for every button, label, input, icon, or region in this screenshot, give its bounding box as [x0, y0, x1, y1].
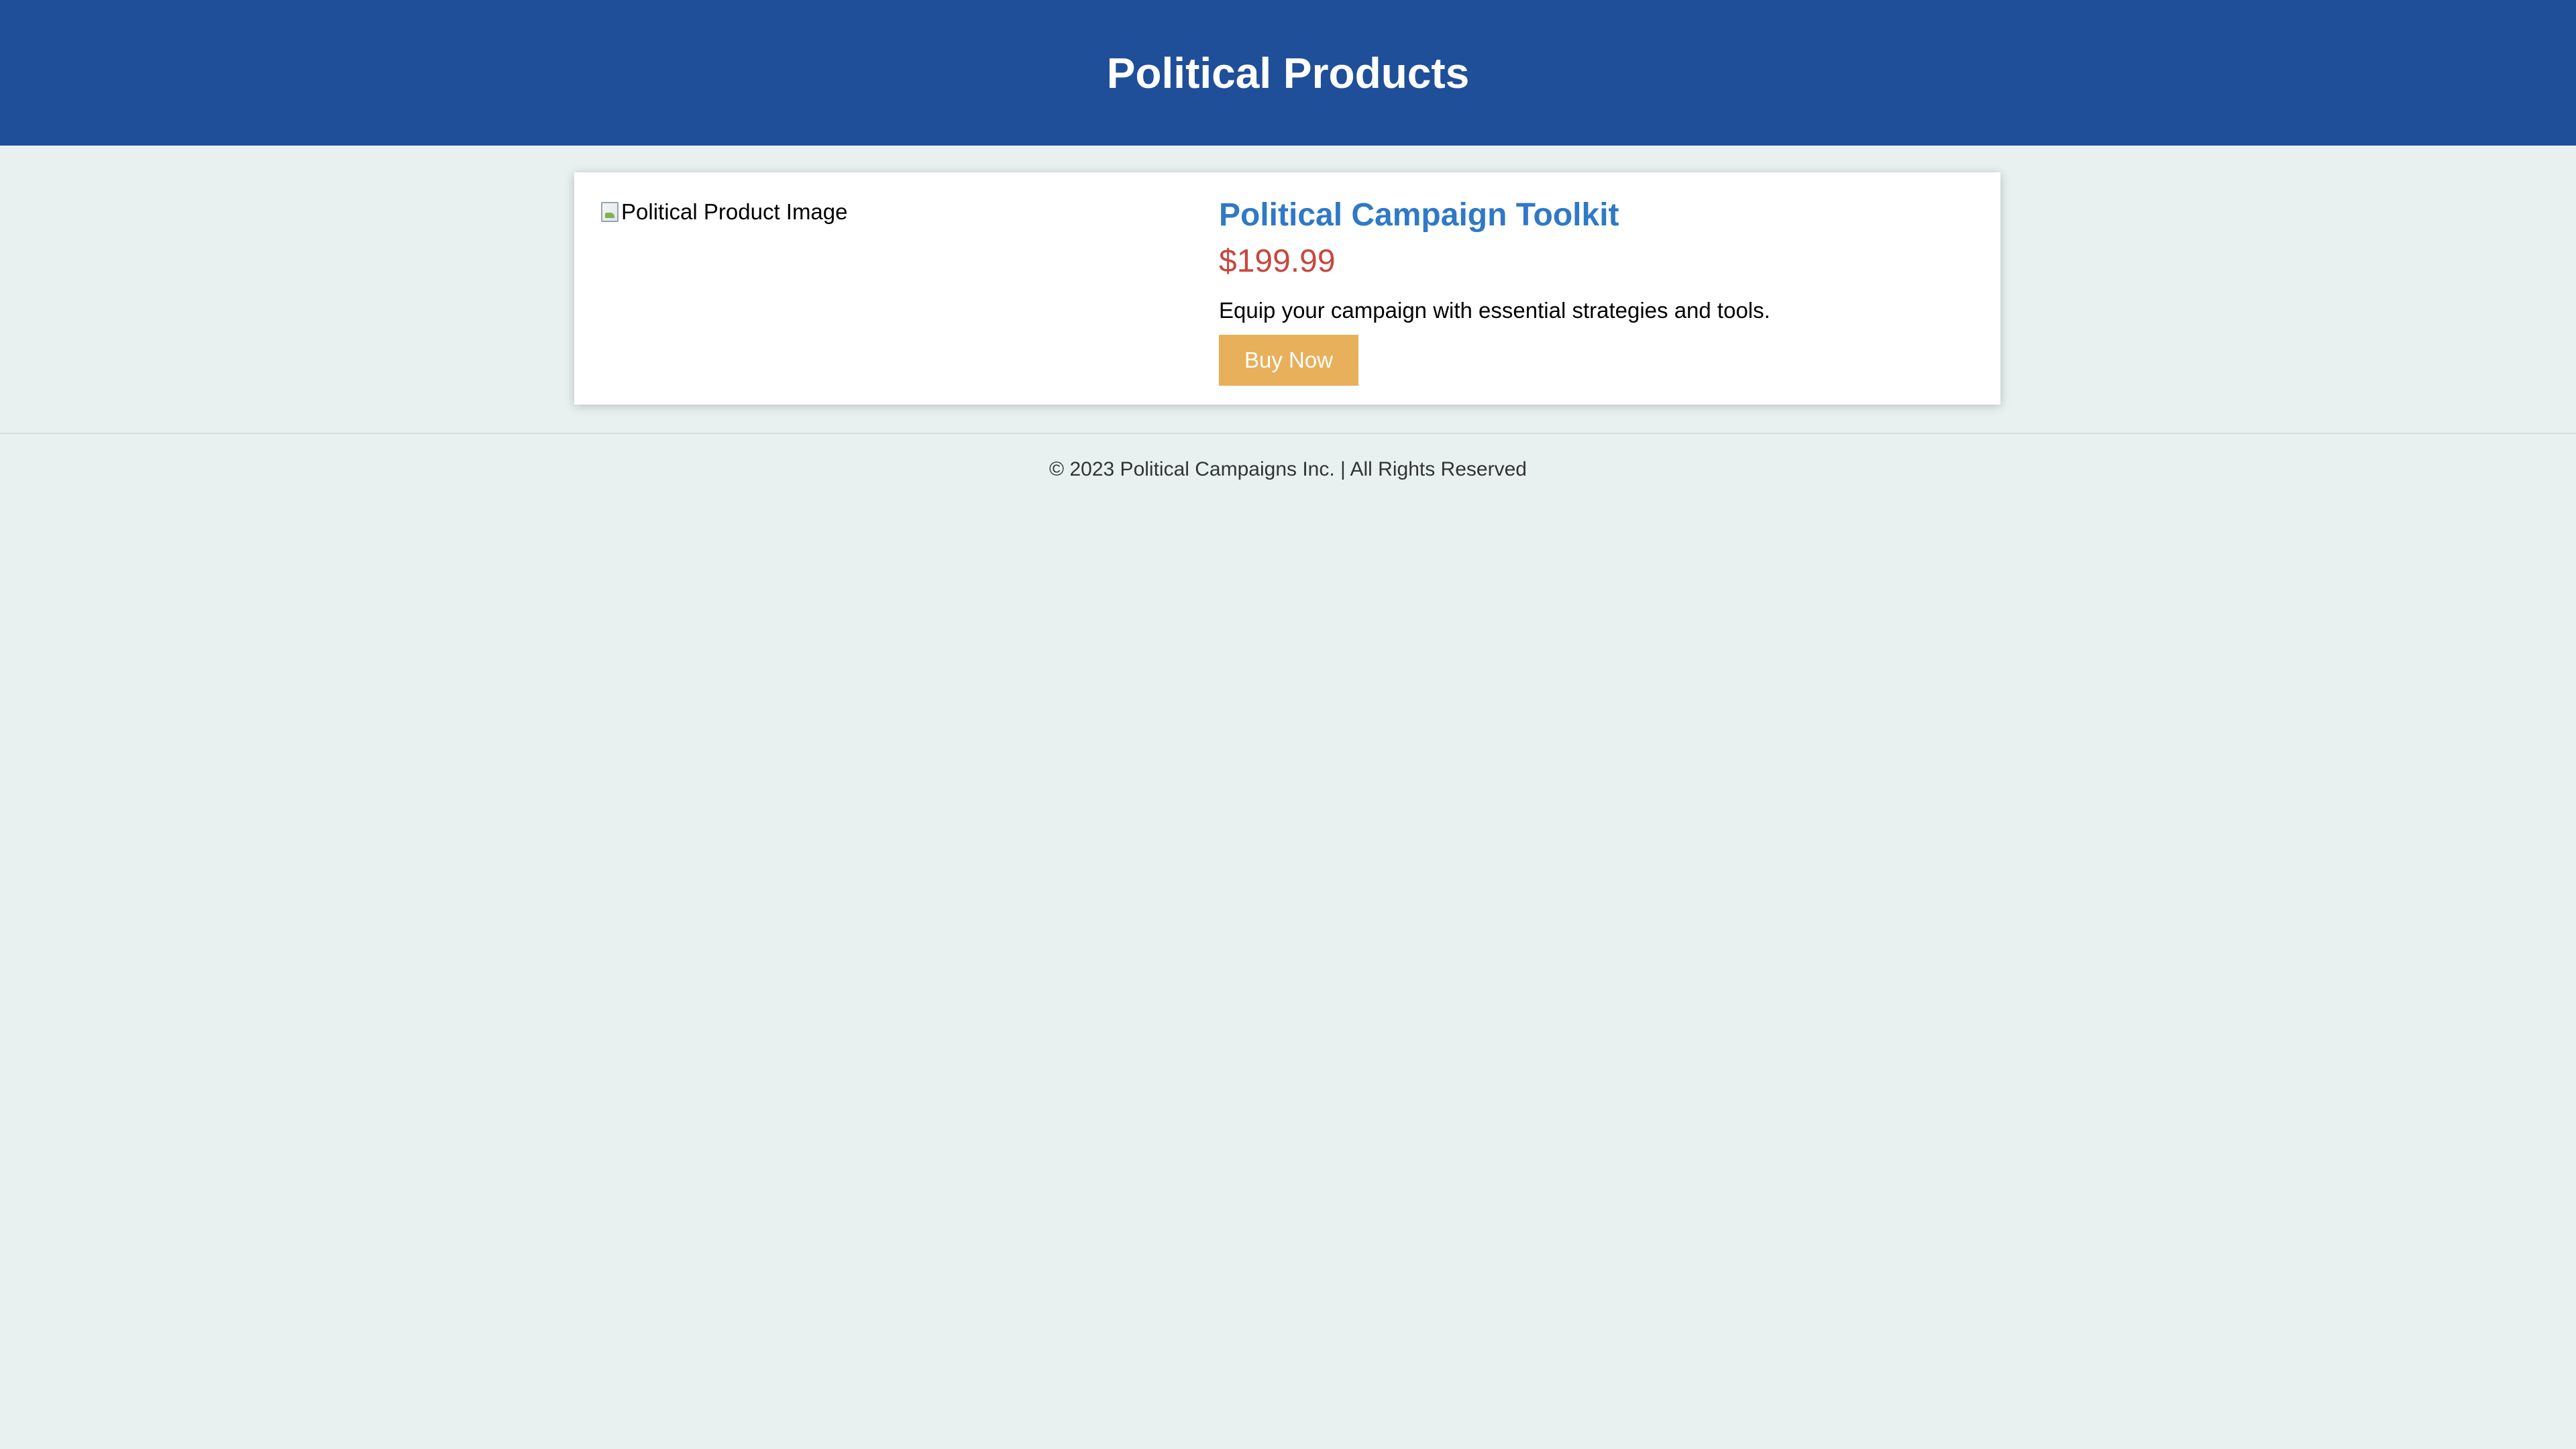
- product-card: Political Product Image Political Campai…: [574, 172, 2000, 405]
- product-description: Equip your campaign with essential strat…: [1219, 298, 1770, 323]
- page-title: Political Products: [1106, 48, 1470, 97]
- product-image: Political Product Image: [601, 199, 848, 225]
- broken-image-icon: [601, 202, 619, 222]
- page-header: Political Products: [0, 0, 2576, 146]
- product-price: $199.99: [1219, 244, 1336, 280]
- footer-divider: [0, 433, 2576, 434]
- product-name: Political Campaign Toolkit: [1219, 197, 1619, 233]
- buy-now-button[interactable]: Buy Now: [1219, 334, 1358, 386]
- product-info: Political Campaign Toolkit $199.99 Equip…: [1219, 197, 1770, 386]
- footer-copyright: © 2023 Political Campaigns Inc. | All Ri…: [1049, 458, 1527, 480]
- product-image-alt-text: Political Product Image: [621, 199, 848, 224]
